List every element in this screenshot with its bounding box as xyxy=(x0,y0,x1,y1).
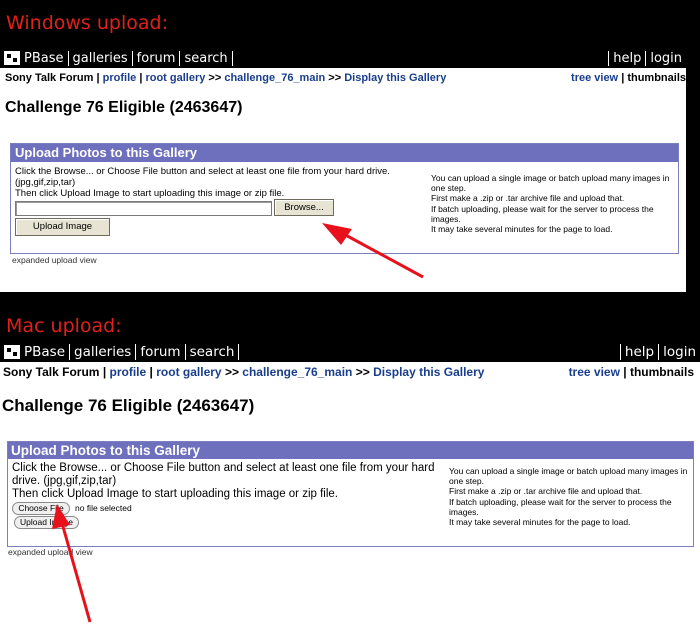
crumb-sep: | xyxy=(139,72,143,84)
view-links: tree view | thumbnails xyxy=(571,72,686,84)
breadcrumb: Sony Talk Forum | profile | root gallery… xyxy=(3,365,700,379)
nav-login[interactable]: login xyxy=(645,50,686,66)
crumb-sep: | xyxy=(96,72,100,84)
info-line-2: First make a .zip or .tar archive file a… xyxy=(449,486,643,497)
no-file-selected-label: no file selected xyxy=(75,503,132,513)
thumbnails-link[interactable]: thumbnails xyxy=(627,72,686,84)
crumb-arrow: >> xyxy=(224,365,239,379)
crumb-gallery-main[interactable]: challenge_76_main xyxy=(242,365,352,379)
mac-caption: Mac upload: xyxy=(6,315,122,337)
nav-help[interactable]: help xyxy=(619,343,658,360)
file-path-field[interactable] xyxy=(15,201,272,216)
crumb-root-gallery[interactable]: root gallery xyxy=(145,72,205,84)
instruction-types: (jpg,gif,zip,tar) xyxy=(15,177,76,188)
nav-galleries[interactable]: galleries xyxy=(70,343,137,360)
crumb-gallery-main[interactable]: challenge_76_main xyxy=(224,72,325,84)
crumb-sep: | xyxy=(149,365,153,379)
instruction-types: (jpg,gif,zip,tar) xyxy=(43,475,117,487)
navbar: PBase galleries forum search help login xyxy=(0,341,700,362)
info-line-3: If batch uploading, please wait for the … xyxy=(449,496,672,517)
crumb-sep: | xyxy=(621,72,625,84)
info-line-4: It may take several minutes for the page… xyxy=(449,516,631,527)
info-line-1: You can upload a single image or batch u… xyxy=(449,466,688,487)
browse-button[interactable]: Browse... xyxy=(274,199,334,216)
upload-box: Upload Photos to this Gallery Click the … xyxy=(10,143,679,254)
crumb-arrow: >> xyxy=(328,72,342,84)
upload-info: You can upload a single image or batch u… xyxy=(431,173,676,234)
windows-browser-panel: PBase galleries forum search help login … xyxy=(0,48,686,292)
crumb-arrow: >> xyxy=(208,72,222,84)
choose-file-button[interactable]: Choose File xyxy=(12,502,70,515)
pbase-logo-icon xyxy=(4,51,20,65)
nav-help[interactable]: help xyxy=(608,50,645,66)
crumb-sep: | xyxy=(102,365,107,379)
expanded-upload-link[interactable]: expanded upload view xyxy=(8,547,93,557)
crumb-root-gallery[interactable]: root gallery xyxy=(156,365,221,379)
view-links: tree view | thumbnails xyxy=(569,365,694,379)
info-line-3: If batch uploading, please wait for the … xyxy=(431,203,654,224)
mac-browser-panel: PBase galleries forum search help login … xyxy=(0,341,700,632)
instruction-line-1: Click the Browse... or Choose File butto… xyxy=(15,166,390,177)
nav-login[interactable]: login xyxy=(658,343,700,360)
upload-box: Upload Photos to this Gallery Click the … xyxy=(7,441,694,547)
crumb-arrow: >> xyxy=(355,365,370,379)
tree-view-link[interactable]: tree view xyxy=(571,72,618,84)
info-line-4: It may take several minutes for the page… xyxy=(431,223,613,234)
crumb-display-gallery[interactable]: Display this Gallery xyxy=(344,72,446,84)
navbar: PBase galleries forum search help login xyxy=(0,48,686,68)
pbase-logo[interactable]: PBase xyxy=(0,343,71,360)
upload-image-button[interactable]: Upload Image xyxy=(14,516,79,529)
upload-instructions: Click the Browse... or Choose File butto… xyxy=(12,462,442,501)
nav-search[interactable]: search xyxy=(180,50,233,66)
upload-header: Upload Photos to this Gallery xyxy=(11,144,678,162)
upload-info: You can upload a single image or batch u… xyxy=(449,466,689,527)
nav-forum[interactable]: forum xyxy=(136,343,186,360)
info-line-2: First make a .zip or .tar archive file a… xyxy=(431,193,625,204)
nav-forum[interactable]: forum xyxy=(133,50,181,66)
gallery-title: Challenge 76 Eligible (2463647) xyxy=(5,99,243,116)
brand-label: PBase xyxy=(24,343,66,360)
pbase-logo[interactable]: PBase xyxy=(0,50,69,66)
upload-image-button[interactable]: Upload Image xyxy=(15,218,110,236)
crumb-sep: | xyxy=(623,365,627,379)
crumb-forum[interactable]: Sony Talk Forum xyxy=(5,72,93,84)
upload-header: Upload Photos to this Gallery xyxy=(8,442,693,459)
nav-right: help login xyxy=(619,343,700,360)
thumbnails-link[interactable]: thumbnails xyxy=(630,365,694,379)
upload-instructions: Click the Browse... or Choose File butto… xyxy=(15,166,425,199)
instruction-line-2: Then click Upload Image to start uploadi… xyxy=(12,488,338,500)
windows-caption: Windows upload: xyxy=(6,12,168,34)
instruction-line-2: Then click Upload Image to start uploadi… xyxy=(15,188,285,199)
info-line-1: You can upload a single image or batch u… xyxy=(431,173,670,194)
crumb-profile[interactable]: profile xyxy=(103,72,137,84)
crumb-profile[interactable]: profile xyxy=(110,365,147,379)
nav-right: help login xyxy=(608,50,686,66)
pbase-logo-icon xyxy=(4,344,20,359)
breadcrumb: Sony Talk Forum | profile | root gallery… xyxy=(5,72,686,84)
nav-search[interactable]: search xyxy=(186,343,240,360)
brand-label: PBase xyxy=(24,50,64,66)
expanded-upload-link[interactable]: expanded upload view xyxy=(12,255,97,265)
crumb-forum[interactable]: Sony Talk Forum xyxy=(3,365,99,379)
tree-view-link[interactable]: tree view xyxy=(569,365,620,379)
nav-galleries[interactable]: galleries xyxy=(69,50,133,66)
gallery-title: Challenge 76 Eligible (2463647) xyxy=(2,396,255,415)
crumb-display-gallery[interactable]: Display this Gallery xyxy=(373,365,484,379)
